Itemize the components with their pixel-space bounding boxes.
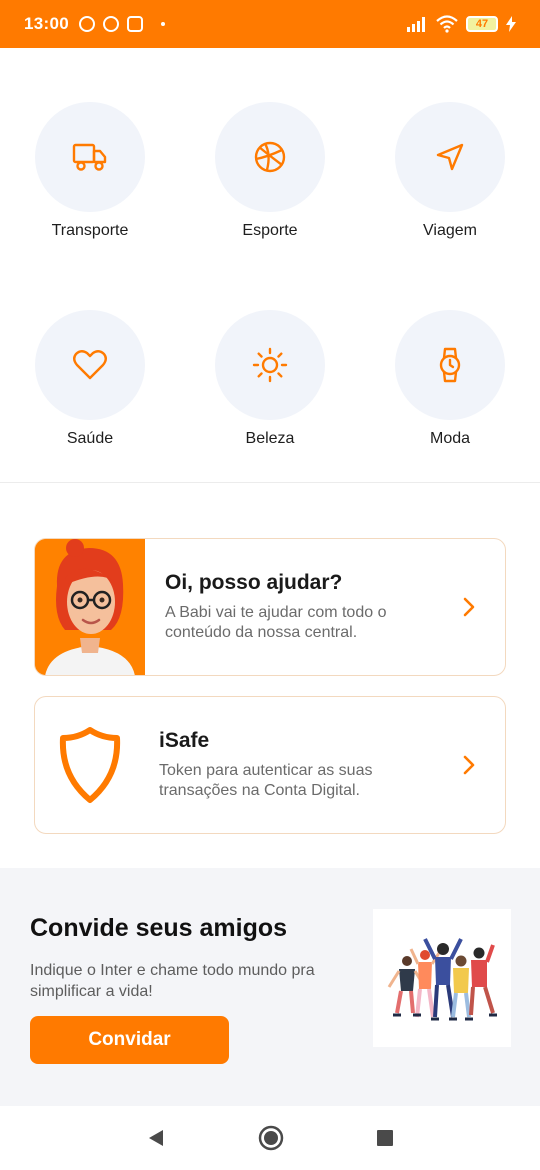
category-transporte[interactable]: Transporte <box>0 102 180 240</box>
recents-button-icon[interactable] <box>376 1129 394 1147</box>
category-saude[interactable]: Saúde <box>0 310 180 448</box>
notification-icon <box>78 16 95 32</box>
invite-button[interactable]: Convidar <box>30 1016 229 1064</box>
notification-icon <box>126 16 143 32</box>
sun-icon <box>252 347 288 383</box>
heart-icon <box>73 350 107 380</box>
basketball-icon <box>254 141 286 173</box>
category-label: Moda <box>429 430 471 447</box>
isafe-card[interactable]: iSafe Token para autenticar as suas tran… <box>34 696 506 834</box>
babi-illustration <box>35 539 145 675</box>
invite-section: Convide seus amigos Indique o Inter e ch… <box>0 868 540 1106</box>
shield-icon <box>59 727 121 803</box>
friends-illustration <box>373 909 511 1047</box>
notification-icons <box>78 16 165 32</box>
back-button-icon[interactable] <box>146 1128 166 1148</box>
help-card-chevron <box>449 596 489 618</box>
help-card-desc-line: A Babi vai te ajudar com todo o <box>165 604 387 621</box>
help-card-text: Oi, posso ajudar? A Babi vai te ajudar c… <box>145 571 449 643</box>
watch-icon <box>439 347 461 383</box>
invite-description: Indique o Inter e chame todo mundo pra s… <box>30 960 360 1002</box>
signal-icon <box>407 17 425 32</box>
category-viagem[interactable]: Viagem <box>360 102 540 240</box>
more-notifications-dot-icon <box>160 22 165 26</box>
chevron-right-icon <box>463 597 475 617</box>
category-label: Saúde <box>66 430 114 447</box>
category-label: Beleza <box>245 430 295 447</box>
category-label: Transporte <box>51 222 129 239</box>
isafe-card-chevron <box>449 754 489 776</box>
notification-icon <box>102 16 119 32</box>
isafe-card-title: iSafe <box>159 729 210 752</box>
home-button-icon[interactable] <box>258 1125 284 1151</box>
isafe-card-desc-line: Token para autenticar as suas <box>159 762 373 779</box>
category-beleza[interactable]: Beleza <box>180 310 360 448</box>
wifi-icon <box>436 15 458 33</box>
status-right: 47 <box>406 15 516 33</box>
status-time: 13:00 <box>24 14 69 33</box>
invite-title: Convide seus amigos <box>30 914 288 942</box>
chevron-right-icon <box>463 755 475 775</box>
isafe-card-desc-line: transações na Conta Digital. <box>159 782 360 799</box>
charging-icon <box>506 16 516 32</box>
category-icon-circle <box>215 102 325 212</box>
help-card-title: Oi, posso ajudar? <box>165 571 343 594</box>
category-moda[interactable]: Moda <box>360 310 540 448</box>
help-card-description: A Babi vai te ajudar com todo o conteúdo… <box>165 603 449 643</box>
status-bar: 13:00 47 <box>0 0 540 48</box>
category-esporte[interactable]: Esporte <box>180 102 360 240</box>
category-icon-circle <box>395 102 505 212</box>
category-label: Viagem <box>423 222 477 239</box>
friends-group-image <box>373 909 511 1047</box>
isafe-shield-wrap <box>35 726 145 804</box>
isafe-card-text: iSafe Token para autenticar as suas tran… <box>145 729 449 801</box>
categories-grid: Transporte Esporte Viagem Saúde Beleza M… <box>0 48 540 483</box>
category-icon-circle <box>35 102 145 212</box>
truck-icon <box>72 143 107 171</box>
help-card-desc-line: conteúdo da nossa central. <box>165 624 358 641</box>
invite-desc-line: Indique o Inter e chame todo mundo pra <box>30 962 315 979</box>
invite-desc-line: simplificar a vida! <box>30 983 153 1000</box>
isafe-card-description: Token para autenticar as suas transações… <box>159 761 449 801</box>
help-card[interactable]: Oi, posso ajudar? A Babi vai te ajudar c… <box>34 538 506 676</box>
category-label: Esporte <box>242 222 298 239</box>
navigation-icon <box>436 143 464 171</box>
battery-indicator: 47 <box>466 16 498 32</box>
category-icon-circle <box>35 310 145 420</box>
system-navigation-bar <box>0 1106 540 1170</box>
category-icon-circle <box>395 310 505 420</box>
category-icon-circle <box>215 310 325 420</box>
babi-avatar <box>35 539 145 675</box>
